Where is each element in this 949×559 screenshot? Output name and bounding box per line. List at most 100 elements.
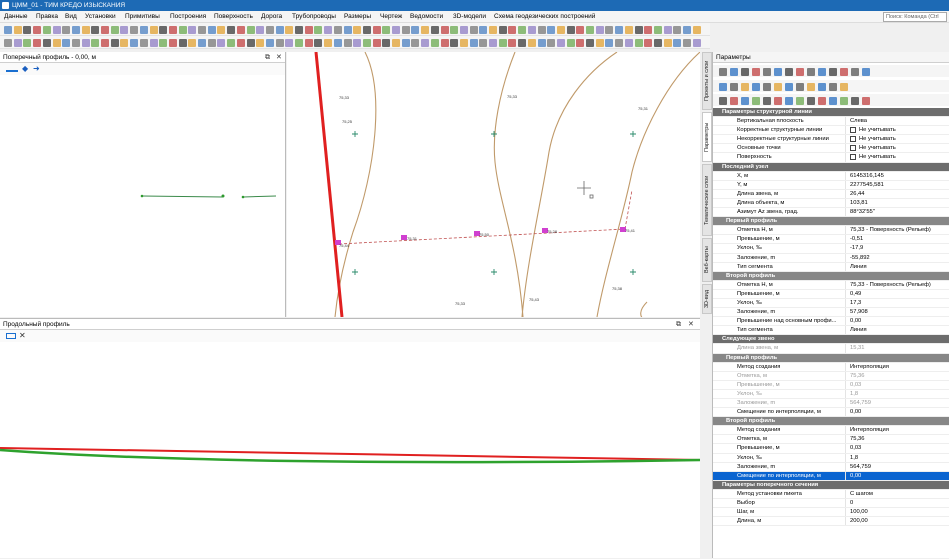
toolbar-tool-icon[interactable] (382, 26, 391, 34)
toolbar-tool-icon[interactable] (149, 39, 158, 47)
toolbar-tool-icon[interactable] (634, 26, 643, 34)
checkbox[interactable] (850, 135, 856, 142)
toolbar-tool-icon[interactable] (547, 39, 556, 47)
param-row[interactable]: Отметка Н, м 75,33 - Поверхность (Рельеф) (713, 280, 949, 290)
plan-view[interactable]: 75,33 75,25 75,33 75,31 75,44 75,31 75,5… (287, 52, 700, 317)
param-row[interactable]: Шаг, м 100,00 (713, 508, 949, 518)
toolbar-tool-icon[interactable] (586, 26, 594, 34)
param-value[interactable]: 0,00 (845, 471, 949, 480)
toolbar-tool-icon[interactable] (862, 97, 870, 105)
subsection-header[interactable]: Первый профиль (713, 217, 949, 227)
toolbar-tool-icon[interactable] (149, 26, 158, 34)
zoom-extents-icon[interactable] (6, 333, 16, 339)
param-value[interactable]: Не учитывать (845, 144, 949, 153)
toolbar-tool-icon[interactable] (285, 26, 294, 34)
toolbar-tool-icon[interactable] (653, 26, 662, 34)
toolbar-tool-icon[interactable] (673, 26, 682, 34)
param-row[interactable]: Смещение по интерполяции, м 0,00 (713, 471, 949, 481)
toolbar-tool-icon[interactable] (644, 26, 653, 34)
toolbar-tool-icon[interactable] (207, 26, 216, 34)
param-value[interactable]: 75,33 - Поверхность (Рельеф) (845, 226, 949, 235)
toolbar-tool-icon[interactable] (33, 39, 42, 47)
toolbar-tool-icon[interactable] (741, 97, 749, 105)
menu-drawing[interactable]: Чертеж (380, 11, 402, 23)
checkbox[interactable] (850, 144, 856, 151)
toolbar-tool-icon[interactable] (81, 39, 90, 47)
param-row[interactable]: Длина объекта, м 103,81 (713, 198, 949, 209)
plan-canvas[interactable]: 75,33 75,25 75,33 75,31 75,44 75,31 75,5… (287, 52, 700, 317)
toolbar-tool-icon[interactable] (653, 39, 662, 47)
param-row[interactable]: Отметка Н, м 75,33 - Поверхность (Рельеф) (713, 226, 949, 236)
toolbar-tool-icon[interactable] (719, 83, 727, 91)
toolbar-tool-icon[interactable] (101, 39, 109, 47)
toolbar-tool-icon[interactable] (304, 39, 313, 47)
param-row[interactable]: Длина звена, м 15,31 (713, 344, 949, 354)
toolbar-tool-icon[interactable] (120, 26, 129, 34)
param-value[interactable]: 1,8 (845, 389, 949, 398)
toolbar-tool-icon[interactable] (71, 39, 80, 47)
param-value[interactable]: 75,33 - Поверхность (Рельеф) (845, 280, 949, 289)
toolbar-tool-icon[interactable] (120, 39, 129, 47)
menu-3d-models[interactable]: 3D-модели (453, 11, 486, 23)
toolbar-tool-icon[interactable] (198, 39, 206, 47)
param-value[interactable]: 0,03 (845, 444, 949, 453)
param-value[interactable]: С шагом (845, 489, 949, 499)
toolbar-tool-icon[interactable] (304, 26, 313, 34)
menu-pipelines[interactable]: Трубопроводы (292, 11, 336, 23)
param-row[interactable]: Уклон, ‰ 1,8 (713, 389, 949, 399)
toolbar-tool-icon[interactable] (576, 39, 585, 47)
toolbar-tool-icon[interactable] (479, 26, 488, 34)
toolbar-tool-icon[interactable] (130, 26, 139, 34)
toolbar-tool-icon[interactable] (807, 68, 815, 76)
param-value[interactable]: Слева (845, 117, 949, 126)
toolbar-tool-icon[interactable] (556, 39, 565, 47)
toolbar-tool-icon[interactable] (527, 39, 536, 47)
param-value[interactable]: 17,3 (845, 298, 949, 308)
toolbar-tool-icon[interactable] (430, 39, 439, 47)
toolbar-tool-icon[interactable] (566, 39, 575, 47)
param-row[interactable]: Уклон, ‰ 17,3 (713, 298, 949, 309)
cross-profile-canvas[interactable] (0, 75, 286, 317)
toolbar-tool-icon[interactable] (752, 97, 760, 105)
toolbar-tool-icon[interactable] (4, 26, 12, 34)
toolbar-tool-icon[interactable] (450, 39, 459, 47)
toolbar-tool-icon[interactable] (207, 39, 216, 47)
param-value[interactable]: Линия (845, 326, 949, 335)
param-value[interactable]: 1,8 (845, 453, 949, 462)
param-row[interactable]: Превышение, м 0,49 (713, 289, 949, 299)
toolbar-tool-icon[interactable] (730, 68, 738, 76)
subsection-header[interactable]: Второй профиль (713, 271, 949, 281)
toolbar-tool-icon[interactable] (13, 26, 22, 34)
param-value[interactable]: 200,00 (845, 517, 949, 526)
toolbar-tool-icon[interactable] (42, 39, 51, 47)
toolbar-tool-icon[interactable] (411, 39, 420, 47)
checkbox[interactable] (850, 153, 856, 160)
toolbar-tool-icon[interactable] (683, 26, 691, 34)
param-value[interactable]: 0,49 (845, 289, 949, 298)
param-value[interactable]: 0,00 (845, 408, 949, 417)
menu-view[interactable]: Вид (65, 11, 77, 23)
tab-parameters[interactable]: Параметры (702, 112, 712, 162)
close-icon[interactable]: ✕ (688, 319, 694, 330)
toolbar-tool-icon[interactable] (459, 26, 468, 34)
toolbar-tool-icon[interactable] (785, 83, 793, 91)
param-row[interactable]: Корректные структурные линии Не учитывать (713, 126, 949, 136)
toolbar-tool-icon[interactable] (295, 26, 303, 34)
toolbar-tool-icon[interactable] (353, 26, 362, 34)
toolbar-tool-icon[interactable] (227, 39, 236, 47)
param-row[interactable]: Превышение, м 0,03 (713, 380, 949, 390)
toolbar-tool-icon[interactable] (382, 39, 391, 47)
toolbar-tool-icon[interactable] (556, 26, 565, 34)
toolbar-tool-icon[interactable] (178, 39, 187, 47)
toolbar-tool-icon[interactable] (537, 39, 546, 47)
toolbar-tool-icon[interactable] (168, 39, 177, 47)
param-value[interactable]: Не учитывать (845, 126, 949, 135)
param-row[interactable]: Отметка, м 75,36 (713, 435, 949, 445)
param-row[interactable]: Длина, м 200,00 (713, 517, 949, 527)
toolbar-tool-icon[interactable] (236, 26, 245, 34)
toolbar-tool-icon[interactable] (518, 26, 527, 34)
toolbar-tool-icon[interactable] (796, 97, 804, 105)
toolbar-tool-icon[interactable] (314, 26, 323, 34)
toolbar-tool-icon[interactable] (139, 26, 148, 34)
param-value[interactable]: -55,892 (845, 253, 949, 262)
